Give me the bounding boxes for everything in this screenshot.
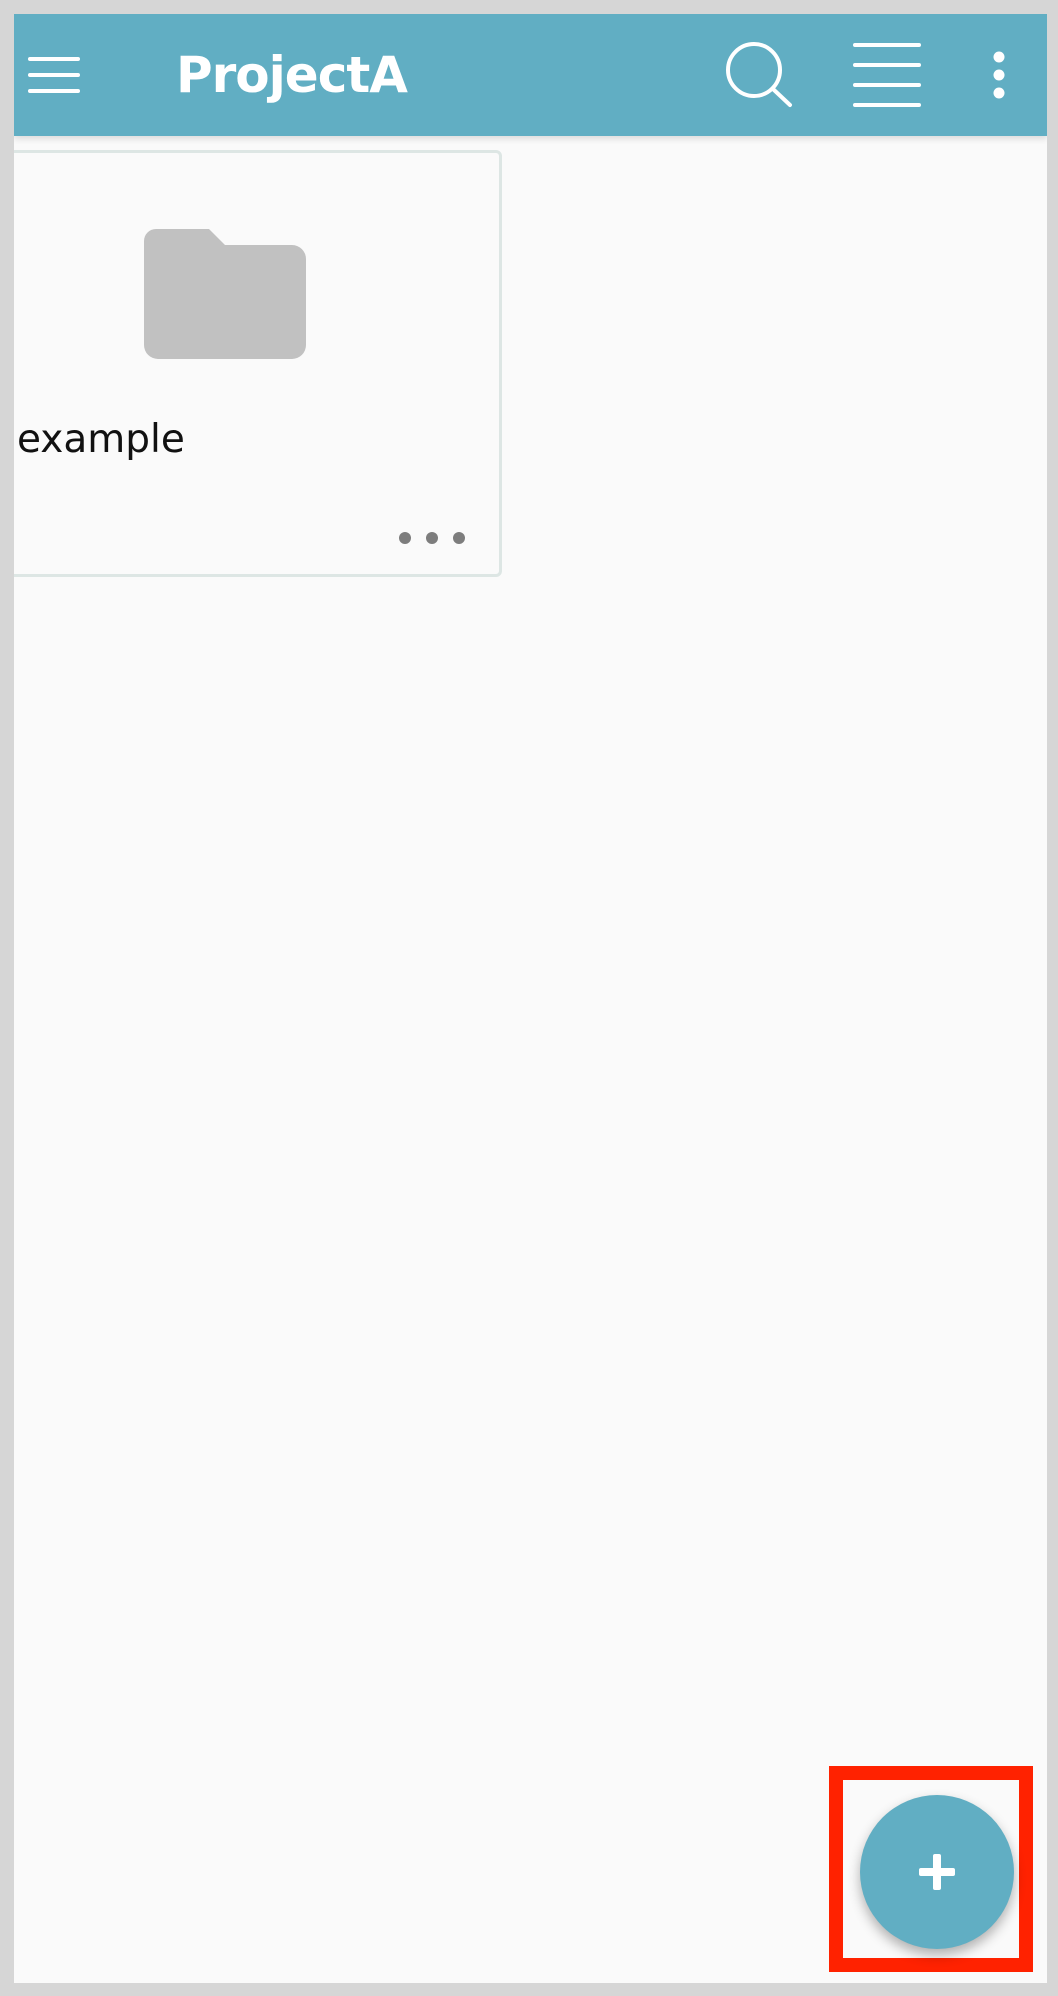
folder-options-button[interactable] xyxy=(387,513,477,563)
plus-icon xyxy=(919,1854,955,1890)
menu-icon xyxy=(28,57,80,93)
folder-name: example xyxy=(17,417,185,462)
app-title: ProjectA xyxy=(176,46,408,104)
list-view-icon xyxy=(853,43,921,107)
search-button[interactable] xyxy=(704,14,814,136)
more-vertical-icon xyxy=(993,51,1005,99)
app-bar: ProjectA xyxy=(14,14,1047,136)
app-screen: ProjectA example xyxy=(14,14,1047,1983)
menu-button[interactable] xyxy=(14,14,94,136)
view-toggle-button[interactable] xyxy=(832,14,942,136)
folder-card[interactable]: example xyxy=(14,150,502,577)
add-button[interactable] xyxy=(860,1795,1014,1949)
search-icon xyxy=(726,42,792,107)
more-horizontal-icon xyxy=(399,532,465,544)
overflow-menu-button[interactable] xyxy=(964,14,1034,136)
folder-icon xyxy=(144,229,306,363)
